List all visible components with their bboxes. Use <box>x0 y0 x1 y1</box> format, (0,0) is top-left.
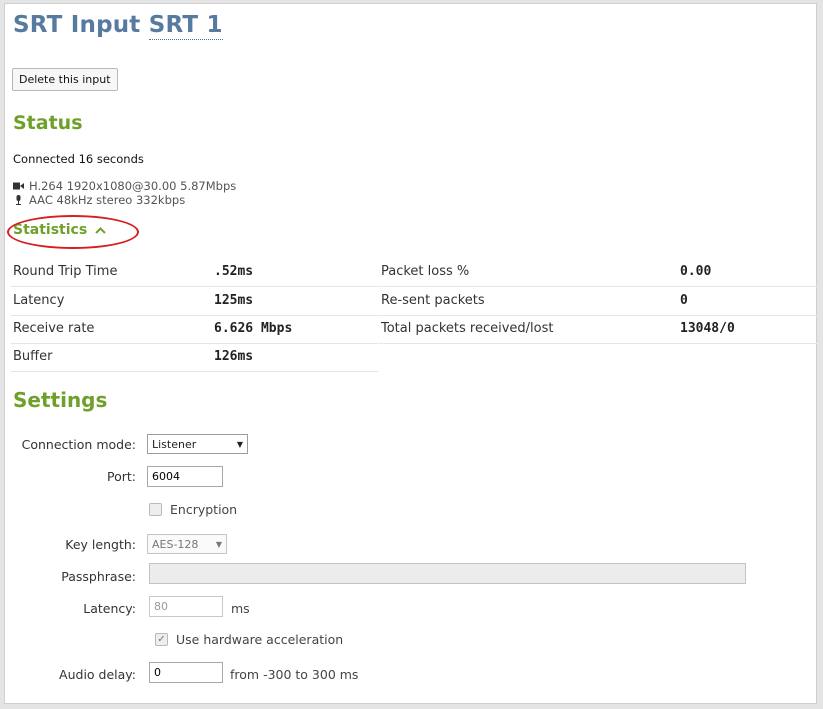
stat-value: 126ms <box>214 349 254 364</box>
statistics-label: Statistics <box>13 222 88 238</box>
stat-key: Packet loss % <box>381 264 470 279</box>
port-label: Port: <box>107 469 136 484</box>
dropdown-arrow-icon: ▼ <box>236 439 243 449</box>
delete-input-button[interactable]: Delete this input <box>12 68 118 91</box>
stat-row-total-packets: Total packets received/lost 13048/0 <box>379 315 819 344</box>
audio-info-text: AAC 48kHz stereo 332kbps <box>29 193 186 207</box>
dropdown-arrow-icon: ▼ <box>215 539 222 549</box>
audio-info: AAC 48kHz stereo 332kbps <box>13 193 185 207</box>
key-length-value: AES-128 <box>152 537 199 551</box>
chevron-up-icon <box>95 226 106 234</box>
latency-input[interactable] <box>149 596 223 617</box>
stat-value: 6.626 Mbps <box>214 321 293 336</box>
stat-value: .52ms <box>214 264 254 279</box>
connection-status: Connected 16 seconds <box>13 152 144 166</box>
stat-value: 125ms <box>214 293 254 308</box>
stat-key: Receive rate <box>13 321 95 336</box>
hw-accel-checkbox-box[interactable]: ✓ <box>155 633 168 646</box>
stat-value: 0 <box>680 293 688 308</box>
stat-row-buffer: Buffer 126ms <box>11 343 378 372</box>
stat-key: Buffer <box>13 349 53 364</box>
stat-row-latency: Latency 125ms <box>11 287 378 316</box>
statistics-toggle[interactable]: Statistics <box>13 222 106 238</box>
encryption-checkbox-box[interactable] <box>149 503 162 516</box>
encryption-label: Encryption <box>170 502 238 517</box>
latency-unit: ms <box>231 601 250 616</box>
stat-row-round-trip: Round Trip Time .52ms <box>11 258 378 287</box>
connection-mode-label: Connection mode: <box>21 437 136 452</box>
stat-key: Re-sent packets <box>381 293 485 308</box>
srt-input-panel: SRT Input SRT 1 Delete this input Status… <box>4 3 819 704</box>
latency-label: Latency: <box>83 601 136 616</box>
passphrase-input[interactable] <box>149 563 746 584</box>
stat-row-receive-rate: Receive rate 6.626 Mbps <box>11 315 378 344</box>
audio-delay-input[interactable] <box>149 662 223 683</box>
video-info: H.264 1920x1080@30.00 5.87Mbps <box>13 179 236 193</box>
audio-delay-label: Audio delay: <box>59 667 136 682</box>
video-info-text: H.264 1920x1080@30.00 5.87Mbps <box>29 179 237 193</box>
hw-accel-label: Use hardware acceleration <box>176 632 344 647</box>
encryption-checkbox[interactable]: Encryption <box>149 502 237 517</box>
hw-accel-checkbox[interactable]: ✓ Use hardware acceleration <box>155 632 343 647</box>
video-camera-icon <box>13 182 24 190</box>
settings-heading: Settings <box>13 388 108 412</box>
port-input[interactable] <box>147 466 223 487</box>
stat-key: Total packets received/lost <box>381 321 554 336</box>
stat-key: Round Trip Time <box>13 264 118 279</box>
key-length-select[interactable]: AES-128 ▼ <box>147 534 227 554</box>
connection-mode-value: Listener <box>152 437 197 451</box>
stat-value: 13048/0 <box>680 321 735 336</box>
connection-mode-select[interactable]: Listener ▼ <box>147 434 248 454</box>
page-title: SRT Input SRT 1 <box>13 12 223 40</box>
key-length-label: Key length: <box>65 537 136 552</box>
microphone-icon <box>16 195 21 205</box>
status-heading: Status <box>13 112 83 134</box>
title-prefix: SRT Input <box>13 12 141 38</box>
audio-delay-hint: from -300 to 300 ms <box>230 667 359 682</box>
passphrase-label: Passphrase: <box>61 569 136 584</box>
input-name[interactable]: SRT 1 <box>148 12 223 40</box>
stat-value: 0.00 <box>680 264 712 279</box>
stat-row-resent-packets: Re-sent packets 0 <box>379 287 819 316</box>
stat-key: Latency <box>13 293 65 308</box>
stat-row-packet-loss: Packet loss % 0.00 <box>379 258 819 287</box>
